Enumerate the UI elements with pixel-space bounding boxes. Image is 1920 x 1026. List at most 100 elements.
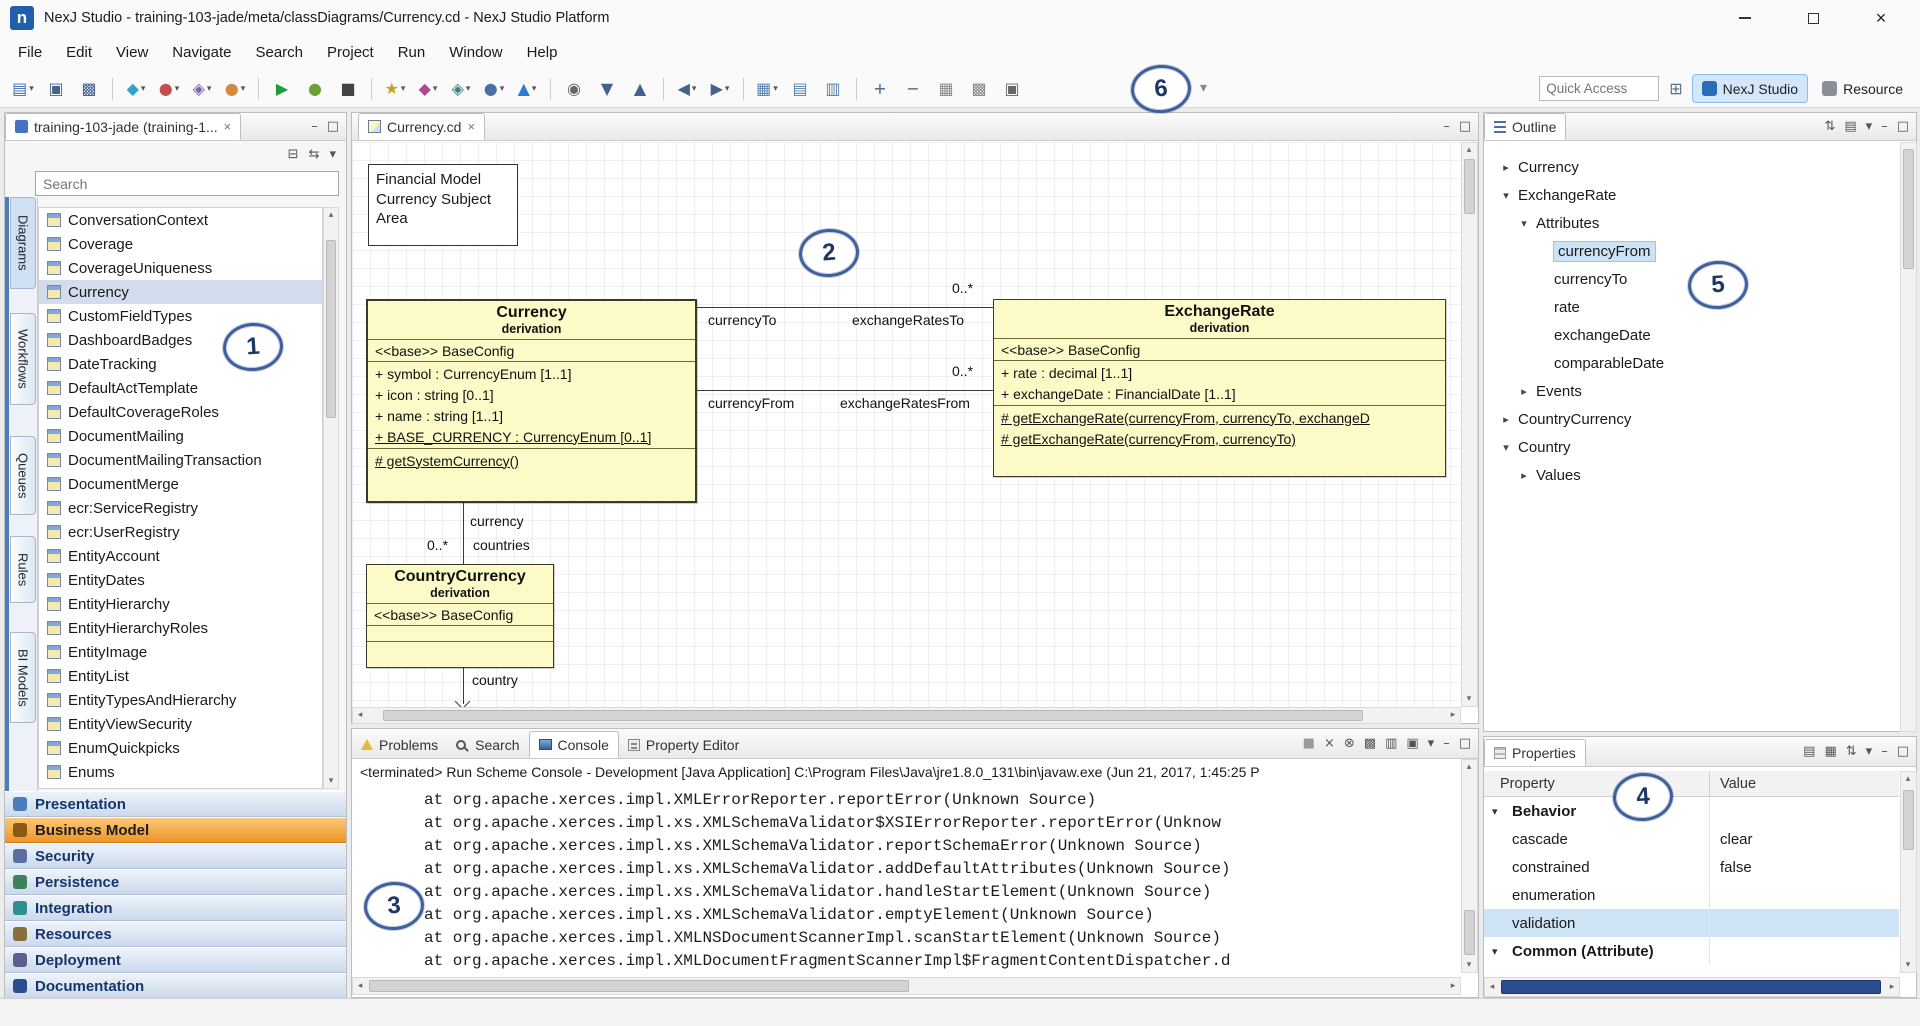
zoom-out-button[interactable]: − [898,75,928,103]
tab-outline[interactable]: Outline [1484,113,1566,140]
outline-tree-item[interactable]: ▾ Attributes [1484,209,1899,237]
validate-button[interactable]: ★ ▾ [380,75,410,103]
properties-vertical-scrollbar[interactable]: ▴ ▾ [1900,771,1917,973]
outline-tree-item[interactable]: ▾ Country [1484,433,1899,461]
search-button[interactable]: ◉ [559,75,589,103]
grid-toggle-button[interactable]: ▦ [931,75,961,103]
window-close-button[interactable]: × [1858,0,1904,36]
tree-item[interactable]: EntityDates [39,568,322,592]
scrollbar-thumb[interactable] [326,240,336,418]
publish-button[interactable]: ● ▾ [154,75,184,103]
new-class-button[interactable]: ▲ ▾ [512,75,542,103]
class-box-exchange-rate[interactable]: ExchangeRate derivation <<base>> BaseCon… [993,299,1446,477]
property-row[interactable]: validation [1484,909,1899,937]
scrollbar-thumb[interactable] [383,710,1363,721]
view-maximize-button[interactable]: □ [327,120,339,133]
open-perspective-icon[interactable]: ⊞ [1669,79,1682,98]
outline-tree-item[interactable]: ▸ Events [1484,377,1899,405]
association-line-exchange-rates-from[interactable] [697,390,993,391]
module-section[interactable]: Business Model [5,817,346,843]
diagram-note[interactable]: Financial Model Currency Subject Area [368,164,518,246]
tree-item[interactable]: Enums [39,760,322,784]
scroll-left-icon[interactable]: ◂ [353,708,367,722]
scroll-right-icon[interactable]: ▸ [1446,708,1460,722]
outline-tree-item[interactable]: ▸ CountryCurrency [1484,405,1899,433]
tree-item[interactable]: DocumentMailingTransaction [39,448,322,472]
association-line-countries[interactable] [463,503,464,564]
layout-view-button[interactable]: ▥ [818,75,848,103]
diagram-canvas[interactable]: Financial Model Currency Subject Area Cu… [352,142,1461,707]
scroll-up-icon[interactable]: ▴ [324,208,338,222]
menu-item[interactable]: Run [386,36,438,70]
view-maximize-button[interactable]: □ [1459,737,1471,750]
class-box-country-currency[interactable]: CountryCurrency derivation <<base>> Base… [366,564,554,668]
scroll-down-icon[interactable]: ▾ [324,774,338,788]
scrollbar-thumb[interactable] [369,980,909,992]
tree-item[interactable]: EnumQuickpicks [39,736,322,760]
view-menu-icon[interactable]: ▾ [1866,120,1873,133]
menu-item[interactable]: Edit [54,36,104,70]
outline-tree-item[interactable]: ▾ ExchangeRate [1484,181,1899,209]
tree-item[interactable]: EntityHierarchy [39,592,322,616]
toolbar-overflow-chevron[interactable]: ▾ [1200,80,1207,96]
view-menu-icon[interactable]: ▾ [329,148,336,161]
remove-all-launches-icon[interactable]: ⊗ [1344,737,1355,750]
save-all-button[interactable]: ▩ [74,75,104,103]
scroll-up-icon[interactable]: ▴ [1901,772,1915,786]
view-minimize-button[interactable]: – [1881,745,1888,758]
tree-item[interactable]: DocumentMerge [39,472,322,496]
class-member[interactable]: + name : string [1..1] [368,405,695,426]
scroll-up-icon[interactable]: ▴ [1462,143,1476,157]
module-section[interactable]: Deployment [5,947,346,973]
editor-vertical-scrollbar[interactable]: ▴ ▾ [1461,142,1478,707]
role-label[interactable]: currencyTo [708,312,776,328]
class-box-currency[interactable]: Currency derivation <<base>> BaseConfig … [366,299,697,503]
multiplicity-label[interactable]: 0..* [427,537,448,553]
outline-tree-item[interactable]: comparableDate [1484,349,1899,377]
back-button[interactable]: ◀ ▾ [672,75,702,103]
scrollbar-thumb[interactable] [1903,790,1914,850]
tree-item[interactable]: CustomFieldTypes [39,304,322,328]
scroll-down-icon[interactable]: ▾ [1462,958,1476,972]
scroll-left-icon[interactable]: ◂ [353,979,367,993]
scroll-right-icon[interactable]: ▸ [1446,979,1460,993]
class-member[interactable]: + rate : decimal [1..1] [994,362,1445,383]
collapse-all-icon[interactable]: ⊟ [288,148,299,161]
search-input[interactable] [35,171,339,196]
role-label[interactable]: country [472,672,518,688]
perspective-button[interactable]: Resource [1813,75,1912,102]
role-label[interactable]: exchangeRatesTo [852,312,964,328]
debug-button[interactable]: ● [300,75,330,103]
view-minimize-button[interactable]: – [1443,120,1450,133]
prev-annotation-button[interactable]: ▲ [625,75,655,103]
class-member[interactable]: # getExchangeRate(currencyFrom, currency… [994,428,1445,449]
tab-close-icon[interactable]: × [467,120,475,133]
association-line-exchange-rates-to[interactable] [697,307,993,308]
properties-horizontal-scrollbar[interactable]: ◂ ▸ [1484,977,1900,997]
tree-item[interactable]: DocumentMailing [39,424,322,448]
expand-arrow-icon[interactable]: ▸ [1516,385,1532,398]
tree-item[interactable]: ecr:ServiceRegistry [39,496,322,520]
property-row[interactable]: constrained false [1484,853,1899,881]
module-section[interactable]: Security [5,843,346,869]
scrollbar-thumb[interactable] [1903,149,1914,269]
metadata-tools-button[interactable]: ◈ ▾ [187,75,217,103]
tree-item[interactable]: EntityViewSecurity [39,712,322,736]
scroll-up-icon[interactable]: ▴ [1462,760,1476,774]
expand-arrow-icon[interactable]: ▸ [1498,413,1514,426]
multiplicity-label[interactable]: 0..* [952,280,973,296]
view-minimize-button[interactable]: – [1443,737,1450,750]
outline-tree-item[interactable]: ▸ Values [1484,461,1899,489]
expand-arrow-icon[interactable]: ▾ [1516,217,1532,230]
layout-icon[interactable]: ▦ [1824,745,1836,758]
property-row[interactable]: ▾ Behavior [1484,797,1899,825]
scroll-right-icon[interactable]: ▸ [1885,980,1899,994]
view-minimize-button[interactable]: – [1881,120,1888,133]
next-annotation-button[interactable]: ▼ [592,75,622,103]
scrollbar-thumb[interactable] [1501,980,1881,994]
pin-console-icon[interactable]: ▣ [1406,737,1418,750]
tab-properties[interactable]: Properties [1484,739,1586,766]
menu-item[interactable]: File [6,36,54,70]
expand-arrow-icon[interactable]: ▸ [1516,469,1532,482]
console-output[interactable]: at org.apache.xerces.impl.XMLErrorReport… [352,785,1461,973]
